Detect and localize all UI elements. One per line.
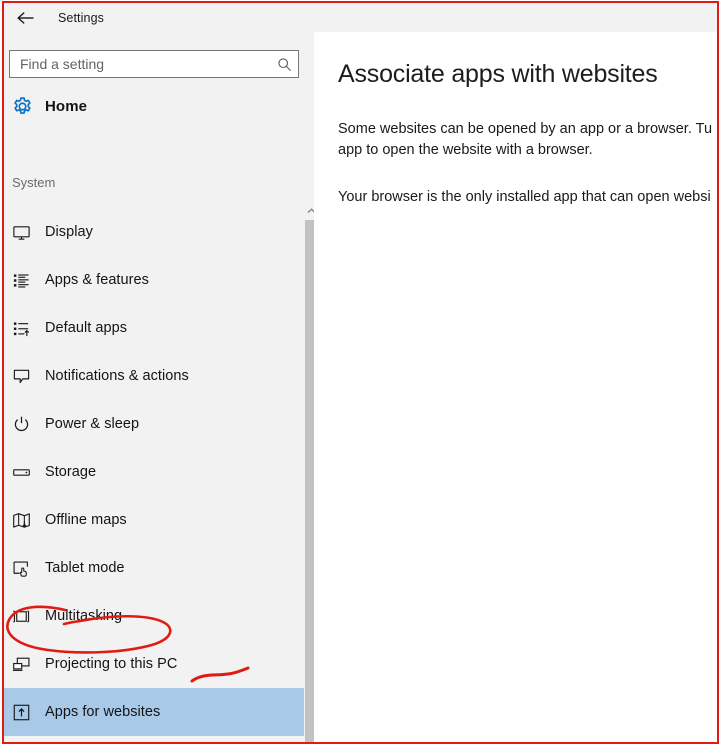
sidebar-item-default-apps[interactable]: Default apps (4, 304, 304, 352)
list-arrow-icon (12, 319, 42, 338)
sidebar-item-tablet-mode[interactable]: Tablet mode (4, 544, 304, 592)
sidebar-item-notifications[interactable]: Notifications & actions (4, 352, 304, 400)
drive-icon (12, 463, 42, 482)
sidebar-item-display[interactable]: Display (4, 208, 304, 256)
sidebar-item-label: Display (45, 224, 93, 240)
description-line-2: app to open the website with a browser. (338, 142, 593, 158)
scrollbar-thumb[interactable] (305, 220, 314, 744)
app-link-icon (12, 703, 42, 722)
sidebar-item-power-sleep[interactable]: Power & sleep (4, 400, 304, 448)
sidebar-nav-list: Display Apps & features Default apps Not… (4, 208, 304, 744)
sidebar-item-label: Default apps (45, 320, 128, 336)
sidebar-item-label: Multitasking (45, 608, 123, 624)
sidebar-section-header: System (12, 175, 56, 190)
back-button[interactable] (4, 3, 48, 32)
monitor-icon (12, 223, 42, 242)
sidebar-item-multitasking[interactable]: Multitasking (4, 592, 304, 640)
description-paragraph-1: Some websites can be opened by an app or… (338, 119, 717, 161)
sidebar-item-label: Projecting to this PC (45, 656, 178, 672)
sidebar-item-label: Power & sleep (45, 416, 140, 432)
content-pane: Associate apps with websites Some websit… (314, 32, 717, 744)
multitask-icon (12, 607, 42, 626)
gear-icon (12, 96, 40, 117)
sidebar-item-home[interactable]: Home (4, 89, 304, 123)
sidebar-item-offline-maps[interactable]: Offline maps (4, 496, 304, 544)
sidebar-item-projecting-to-this-pc[interactable]: Projecting to this PC (4, 640, 304, 688)
sidebar-item-label-home: Home (45, 97, 88, 115)
window-title: Settings (58, 10, 104, 25)
chevron-up-icon[interactable] (305, 204, 314, 218)
sidebar-item-label: Tablet mode (45, 560, 125, 576)
sidebar-item-label: Notifications & actions (45, 368, 189, 384)
sidebar-item-storage[interactable]: Storage (4, 448, 304, 496)
list-icon (12, 271, 42, 290)
sidebar-item-apps-for-websites[interactable]: Apps for websites (4, 688, 304, 736)
title-bar: Settings (4, 3, 717, 32)
sidebar-item-label: Apps for websites (45, 704, 161, 720)
navigation-pane: Home System Display (4, 32, 314, 744)
speech-bubble-icon (12, 367, 42, 386)
page-title: Associate apps with websites (338, 60, 658, 88)
search-box[interactable] (9, 50, 299, 78)
settings-window: Settings Home System (0, 0, 725, 746)
description-line-1: Some websites can be opened by an app or… (338, 121, 713, 137)
sidebar-item-apps-features[interactable]: Apps & features (4, 256, 304, 304)
search-icon[interactable] (277, 57, 292, 72)
power-icon (12, 415, 42, 434)
sidebar-scrollbar[interactable] (305, 204, 314, 744)
sidebar-item-about[interactable]: About (4, 736, 304, 744)
sidebar-item-label: Apps & features (45, 272, 149, 288)
description-paragraph-2: Your browser is the only installed app t… (338, 189, 711, 205)
map-download-icon (12, 511, 42, 530)
sidebar-item-label: Offline maps (45, 512, 127, 528)
tablet-touch-icon (12, 559, 42, 578)
sidebar-item-label: Storage (45, 464, 97, 480)
back-arrow-icon (16, 10, 36, 26)
search-input[interactable] (20, 56, 277, 72)
project-screen-icon (12, 655, 42, 674)
